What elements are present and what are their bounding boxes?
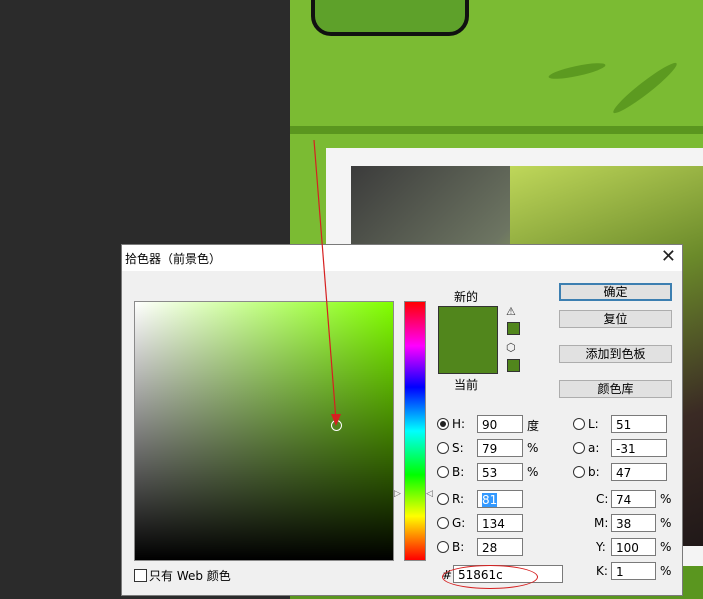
annotation-arrow	[313, 139, 341, 426]
annotation-arrow-line	[313, 139, 337, 421]
annotation-arrow-head	[331, 414, 341, 426]
